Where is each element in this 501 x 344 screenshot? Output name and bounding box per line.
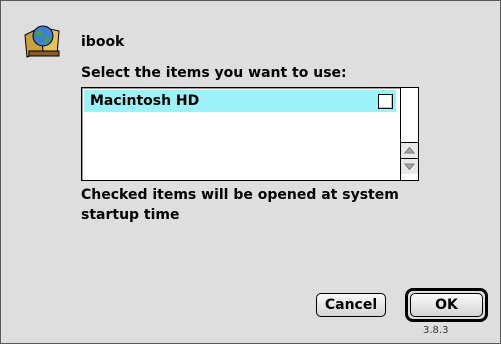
list-item[interactable]: Macintosh HD bbox=[84, 90, 396, 112]
startup-note: Checked items will be opened at system s… bbox=[81, 187, 399, 223]
vertical-scrollbar[interactable] bbox=[400, 88, 418, 180]
prompt-label: Select the items you want to use: bbox=[81, 65, 347, 81]
app-name: ibook bbox=[81, 34, 125, 50]
item-checkbox[interactable] bbox=[378, 94, 393, 109]
world-book-icon bbox=[21, 21, 67, 61]
cancel-button[interactable]: Cancel bbox=[316, 293, 386, 317]
list-item-label: Macintosh HD bbox=[90, 93, 200, 109]
scroll-up-button[interactable] bbox=[401, 142, 418, 158]
version-label: 3.8.3 bbox=[423, 325, 449, 336]
arrow-up-icon bbox=[404, 147, 415, 154]
dialog-window: ibook Select the items you want to use: … bbox=[0, 0, 501, 344]
scroll-down-button[interactable] bbox=[401, 158, 418, 174]
arrow-down-icon bbox=[404, 163, 415, 170]
items-list[interactable]: Macintosh HD bbox=[81, 87, 419, 181]
ok-button[interactable]: OK bbox=[410, 293, 483, 317]
